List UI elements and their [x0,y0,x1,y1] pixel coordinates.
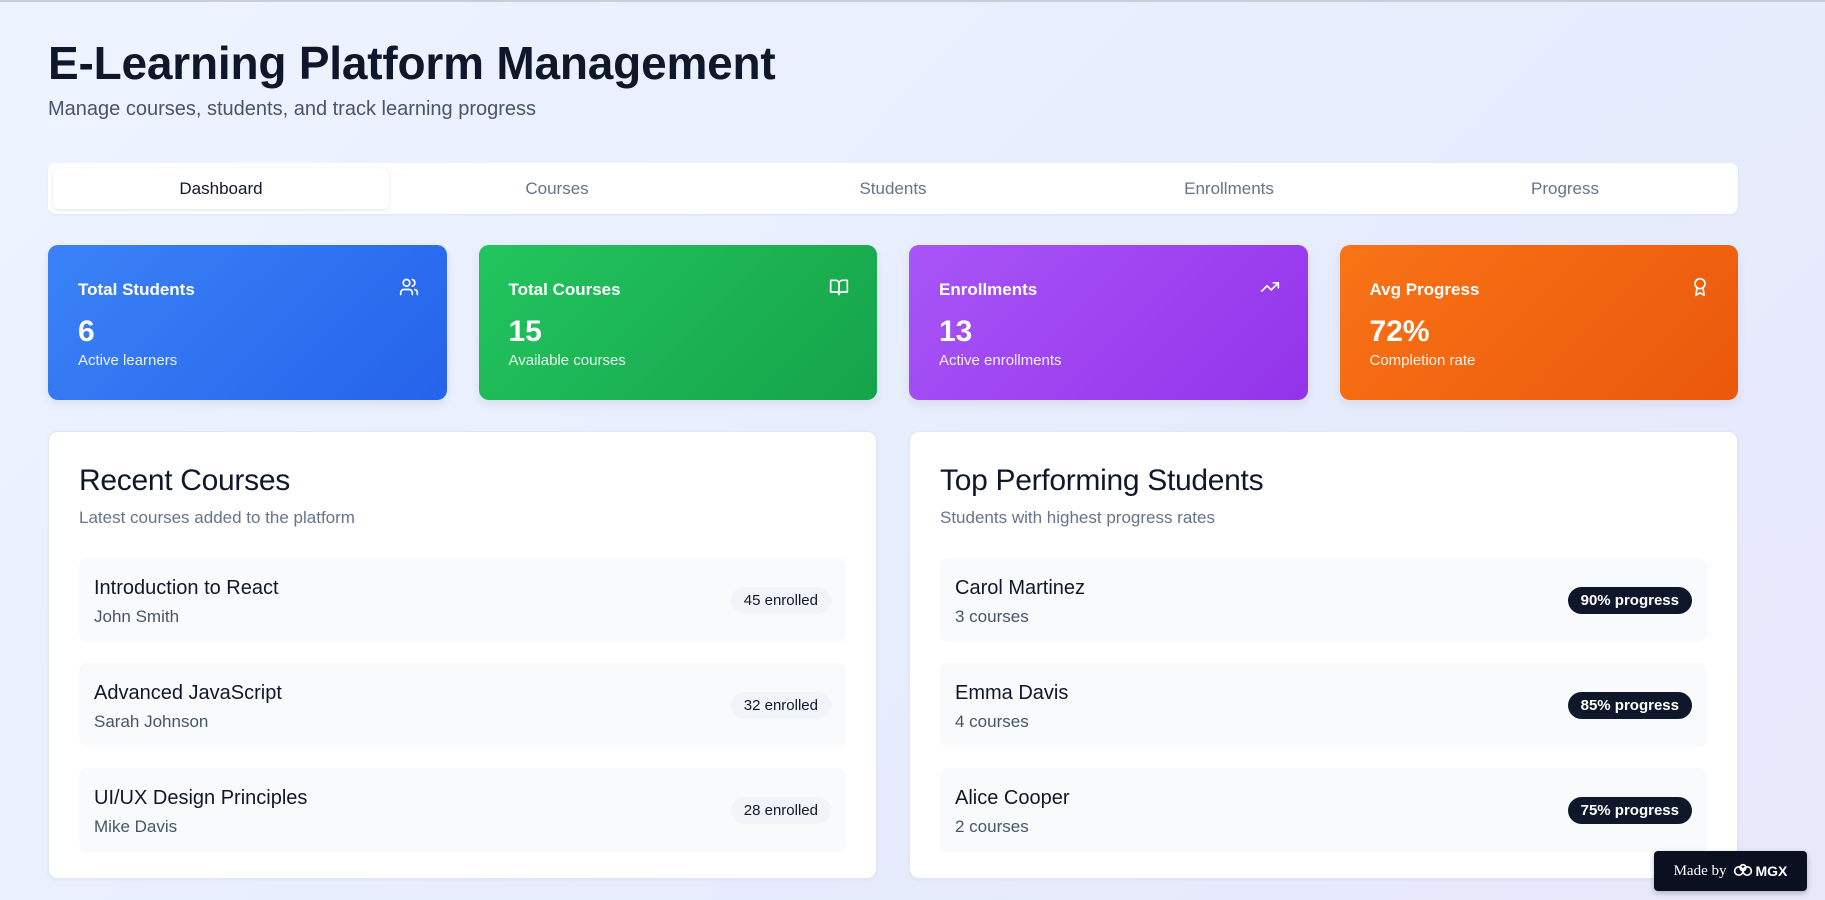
users-icon [399,278,418,296]
progress-badge: 85% progress [1567,692,1692,719]
course-name: Introduction to React [94,577,279,599]
tab-enrollments[interactable]: Enrollments [1061,168,1397,209]
made-by-badge[interactable]: Made by MGX [1654,851,1807,891]
course-name: Advanced JavaScript [94,682,282,704]
list-item[interactable]: Advanced JavaScript Sarah Johnson 32 enr… [79,663,846,747]
progress-badge: 90% progress [1567,587,1692,614]
stat-description: Active learners [78,352,178,369]
student-list: Carol Martinez 3 courses 90% progress Em… [940,558,1707,852]
stat-value: 72% [1369,315,1430,348]
panel-title: Recent Courses [79,464,290,497]
stat-label: Enrollments [939,280,1038,299]
enrolled-badge: 45 enrolled [730,587,831,614]
award-icon [1694,277,1706,297]
page-title: E-Learning Platform Management [48,37,776,89]
stat-card-avg-progress: Avg Progress 72% Completion rate [1339,245,1738,400]
stat-label: Total Students [78,280,195,299]
panel-title: Top Performing Students [940,464,1264,497]
list-item[interactable]: Emma Davis 4 courses 85% progress [940,663,1707,747]
enrolled-badge: 28 enrolled [730,797,831,824]
progress-badge: 75% progress [1567,797,1692,824]
stats-row: Total Students 6 Active learners Total C… [48,245,1738,400]
panels-row: Recent Courses Latest courses added to t… [48,431,1738,879]
tab-dashboard[interactable]: Dashboard [53,168,389,209]
enrolled-badge: 32 enrolled [730,692,831,719]
page-subtitle: Manage courses, students, and track lear… [48,98,537,120]
stat-card-total-students: Total Students 6 Active learners [48,245,447,400]
list-item[interactable]: Introduction to React John Smith 45 enro… [79,558,846,642]
panel-subtitle: Students with highest progress rates [940,508,1215,527]
stat-description: Active enrollments [939,352,1062,369]
book-open-icon [829,279,849,296]
tab-students[interactable]: Students [725,168,1061,209]
trending-up-icon [1260,282,1279,292]
stat-value: 6 [78,315,95,348]
course-instructor: Sarah Johnson [94,712,209,731]
brand-name: MGX [1755,863,1788,879]
recent-courses-panel: Recent Courses Latest courses added to t… [48,431,877,879]
brand-logo: MGX [1733,863,1788,879]
tab-courses[interactable]: Courses [389,168,725,209]
stat-label: Total Courses [508,280,621,299]
student-courses: 2 courses [955,817,1029,836]
tab-progress[interactable]: Progress [1397,168,1733,209]
student-name: Emma Davis [955,682,1069,704]
student-courses: 3 courses [955,607,1029,626]
stat-label: Avg Progress [1369,280,1480,299]
stat-card-total-courses: Total Courses 15 Available courses [478,245,877,400]
student-courses: 4 courses [955,712,1029,731]
stat-description: Available courses [508,352,626,369]
panel-subtitle: Latest courses added to the platform [79,508,355,527]
stat-description: Completion rate [1369,352,1476,369]
stat-value: 15 [508,315,542,348]
list-item[interactable]: UI/UX Design Principles Mike Davis 28 en… [79,768,846,852]
student-name: Carol Martinez [955,577,1086,599]
course-list: Introduction to React John Smith 45 enro… [79,558,846,852]
course-instructor: Mike Davis [94,817,178,836]
course-name: UI/UX Design Principles [94,787,308,809]
made-by-label: Made by [1673,862,1727,879]
tab-bar: Dashboard Courses Students Enrollments P… [48,163,1738,214]
stat-card-enrollments: Enrollments 13 Active enrollments [909,245,1308,400]
list-item[interactable]: Alice Cooper 2 courses 75% progress [940,768,1707,852]
course-instructor: John Smith [94,607,180,626]
stat-value: 13 [939,315,973,348]
mgx-logo-icon [1733,863,1752,876]
top-students-panel: Top Performing Students Students with hi… [909,431,1738,879]
list-item[interactable]: Carol Martinez 3 courses 90% progress [940,558,1707,642]
student-name: Alice Cooper [955,787,1070,809]
